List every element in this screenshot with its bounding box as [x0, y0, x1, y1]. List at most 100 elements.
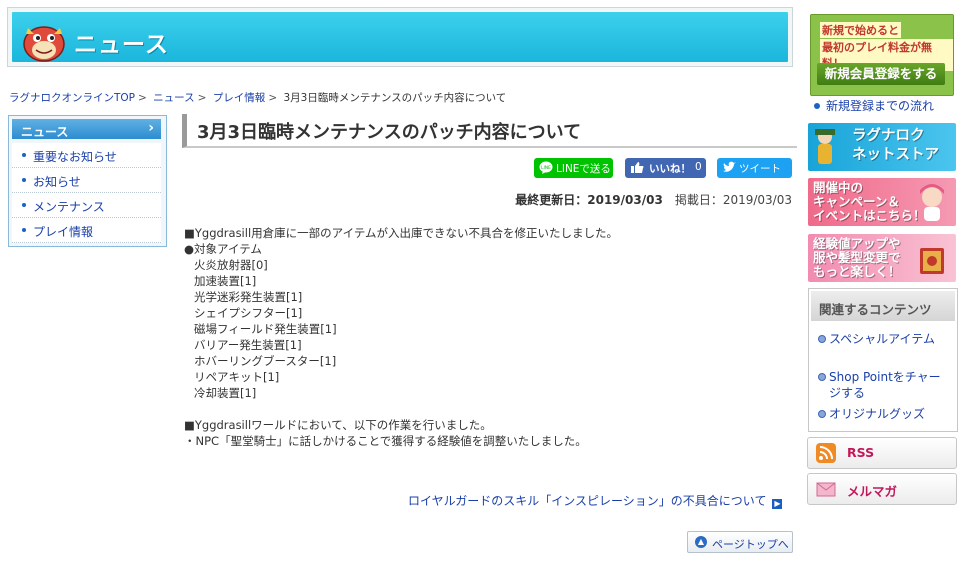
next-article-link[interactable]: ロイヤルガードのスキル「インスピレーション」の不具合について ▶	[408, 492, 783, 509]
line-share-label: LINEで送る	[556, 163, 611, 175]
bullet-icon	[22, 178, 26, 182]
related-item-shop-point[interactable]: Shop Pointをチャージする	[818, 369, 947, 401]
tweet-label: ツイート	[739, 163, 781, 175]
nav-item-notices[interactable]: お知らせ	[12, 168, 161, 193]
campaign-line: 開催中の	[813, 180, 864, 195]
breadcrumb-top-link[interactable]: ラグナロクオンラインTOP	[9, 92, 135, 104]
net-store-line: ラグナロク	[852, 128, 925, 144]
thumbs-up-icon	[631, 162, 644, 173]
bullet-icon	[22, 228, 26, 232]
page-top-button[interactable]: ▲ ページトップへ	[687, 531, 793, 553]
bullet-icon	[818, 410, 826, 418]
svg-text:LINE: LINE	[541, 165, 551, 171]
book-icon	[920, 248, 944, 274]
bullet-icon	[22, 203, 26, 207]
register-sub1: 新規で始めると	[820, 22, 901, 38]
register-flow-label: 新規登録までの流れ	[826, 99, 935, 113]
related-item-label: Shop Pointをチャージする	[829, 370, 941, 400]
breadcrumb-news-link[interactable]: ニュース	[153, 92, 194, 104]
dragon-mascot-icon	[23, 26, 65, 62]
nav-item-label: お知らせ	[33, 175, 81, 189]
campaign-banner[interactable]: 開催中の キャンペーン＆ イベントはこちら！	[808, 178, 956, 226]
bullet-icon	[818, 373, 826, 381]
line-logo-icon: LINE	[539, 161, 553, 174]
article-title: 3月3日臨時メンテナンスのパッチ内容について	[197, 122, 582, 143]
tweet-button[interactable]: ツイート	[717, 158, 792, 178]
article-item: 火炎放射器[0]	[194, 258, 268, 272]
related-item-label: スペシャルアイテム	[829, 332, 935, 346]
page-top-label: ページトップへ	[712, 538, 789, 551]
facebook-like-button[interactable]: いいね！ 0	[625, 158, 706, 178]
article-item: バリアー発生装置[1]	[194, 338, 302, 352]
nav-item-play-info[interactable]: プレイ情報	[12, 218, 161, 243]
nav-header[interactable]: ニュース ›	[12, 119, 161, 139]
rss-icon	[816, 443, 836, 463]
article-item: 磁場フィールド発生装置[1]	[194, 322, 337, 336]
mail-magazine-label: メルマガ	[847, 484, 898, 499]
banner-title: ニュース	[74, 32, 169, 58]
exp-line: 経験値アップや	[813, 236, 901, 251]
rss-button[interactable]: RSS	[807, 437, 957, 469]
bullet-icon	[818, 335, 826, 343]
net-store-text: ラグナロク ネットストア	[838, 127, 939, 165]
character-icon	[920, 184, 944, 221]
twitter-bird-icon	[723, 161, 736, 172]
nav-item-important[interactable]: 重要なお知らせ	[12, 143, 161, 168]
article-spacer	[184, 401, 784, 417]
exp-text: 経験値アップや 服や髪型変更で もっと楽しく！	[813, 237, 901, 279]
nav-item-maintenance[interactable]: メンテナンス	[12, 193, 161, 218]
arrow-right-icon: ▶	[772, 499, 783, 509]
breadcrumb-separator: >	[197, 92, 207, 104]
article-item: リペアキット[1]	[194, 370, 280, 384]
article-line: ・NPC「聖堂騎士」に話しかけることで獲得する経験値を調整いたしました。	[184, 434, 587, 448]
like-label: いいね！	[649, 163, 691, 175]
article-line: ■Yggdrasill用倉庫に一部のアイテムが入出庫できない不具合を修正いたしま…	[184, 226, 618, 240]
exp-line: もっと楽しく！	[813, 264, 901, 279]
nav-item-label: プレイ情報	[33, 225, 94, 239]
register-banner[interactable]: 新規で始めると 最初のプレイ料金が無料！ 新規会員登録をする	[810, 14, 954, 96]
exp-line: 服や髪型変更で	[813, 250, 901, 265]
last-updated-date: 最終更新日：2019/03/03	[515, 193, 663, 207]
article-item: シェイプシフター[1]	[194, 306, 303, 320]
related-item-special[interactable]: スペシャルアイテム	[818, 331, 947, 347]
mail-magazine-button[interactable]: メルマガ	[807, 473, 957, 505]
breadcrumb-play-info-link[interactable]: プレイ情報	[213, 92, 266, 104]
article-item: 光学迷彩発生装置[1]	[194, 290, 303, 304]
like-count: 0	[695, 161, 702, 173]
bullet-icon	[814, 103, 820, 109]
related-header: 関連するコンテンツ	[811, 291, 955, 321]
register-button[interactable]: 新規会員登録をする	[817, 63, 945, 85]
exp-banner[interactable]: 経験値アップや 服や髪型変更で もっと楽しく！	[808, 234, 956, 282]
character-icon	[815, 129, 835, 164]
breadcrumb: ラグナロクオンラインTOP > ニュース > プレイ情報 > 3月3日臨時メンテナンス…	[9, 90, 506, 105]
published-date: 掲載日：2019/03/03	[674, 193, 792, 207]
page-banner: ニュース	[7, 7, 793, 67]
article-dates: 最終更新日：2019/03/03 掲載日：2019/03/03	[515, 191, 792, 208]
related-contents-box: 関連するコンテンツ スペシャルアイテム Shop Pointをチャージする オリ…	[808, 288, 958, 432]
related-item-label: オリジナルグッズ	[829, 407, 926, 421]
breadcrumb-current: 3月3日臨時メンテナンスのパッチ内容について	[283, 92, 507, 104]
bullet-icon	[22, 153, 26, 157]
related-header-label: 関連するコンテンツ	[819, 302, 932, 317]
arrow-up-icon: ▲	[695, 536, 707, 548]
net-store-banner[interactable]: ラグナロク ネットストア	[808, 123, 956, 171]
nav-item-label: メンテナンス	[33, 200, 105, 214]
breadcrumb-separator: >	[138, 92, 147, 104]
next-article-label: ロイヤルガードのスキル「インスピレーション」の不具合について	[408, 494, 767, 508]
article-title-bar: 3月3日臨時メンテナンスのパッチ内容について	[182, 114, 797, 148]
article-line: ■Yggdrasillワールドにおいて、以下の作業を行いました。	[184, 418, 492, 432]
article-line: ●対象アイテム	[184, 242, 262, 256]
net-store-line: ネットストア	[852, 147, 939, 163]
news-category-nav: ニュース › 重要なお知らせ お知らせ メンテナンス プレイ情報	[8, 115, 167, 247]
register-flow-link[interactable]: 新規登録までの流れ	[814, 97, 934, 114]
related-item-goods[interactable]: オリジナルグッズ	[818, 406, 947, 422]
line-share-button[interactable]: LINE LINEで送る	[534, 158, 613, 178]
campaign-line: イベントはこちら！	[813, 208, 926, 223]
campaign-line: キャンペーン＆	[813, 194, 900, 209]
nav-header-label: ニュース	[21, 125, 69, 139]
rss-label: RSS	[847, 445, 875, 460]
breadcrumb-separator: >	[268, 92, 278, 104]
nav-item-label: 重要なお知らせ	[33, 150, 117, 164]
envelope-icon	[816, 482, 836, 497]
article-body: ■Yggdrasill用倉庫に一部のアイテムが入出庫できない不具合を修正いたしま…	[184, 225, 784, 449]
